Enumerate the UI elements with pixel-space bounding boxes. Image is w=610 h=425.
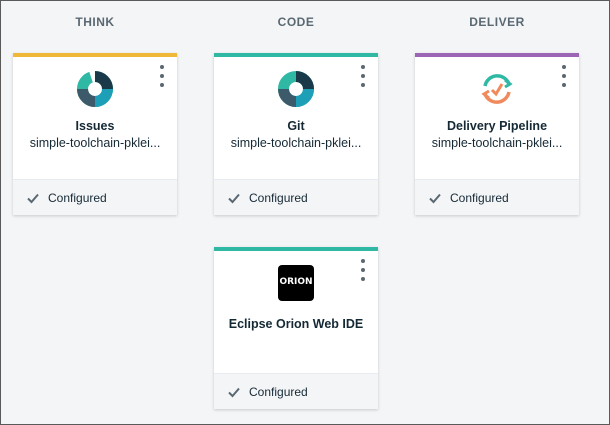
column-header-code: CODE: [277, 15, 315, 29]
card-accent-bar: [214, 247, 378, 251]
column-header-think: THINK: [75, 15, 115, 29]
git-donut-icon: [278, 71, 314, 107]
overflow-menu-icon[interactable]: [358, 259, 368, 281]
card-accent-bar: [13, 53, 177, 57]
status-label: Configured: [450, 190, 509, 205]
status-label: Configured: [249, 384, 308, 399]
status-label: Configured: [48, 190, 107, 205]
status-bar: Configured: [13, 179, 177, 215]
card-subtitle: simple-toolchain-pklei...: [431, 136, 563, 150]
checkmark-icon: [429, 193, 441, 203]
card-accent-bar: [214, 53, 378, 57]
card-accent-bar: [415, 53, 579, 57]
pipeline-cycle-icon: [481, 74, 513, 104]
card-title: Eclipse Orion Web IDE: [228, 317, 364, 331]
card-title: Delivery Pipeline: [446, 119, 548, 133]
card-subtitle: simple-toolchain-pklei...: [230, 136, 362, 150]
tool-card-orion-web-ide[interactable]: ORION Eclipse Orion Web IDE Configured: [214, 247, 378, 409]
orion-logo-text: ORION: [279, 277, 313, 287]
tool-card-delivery-pipeline[interactable]: Delivery Pipeline simple-toolchain-pklei…: [415, 53, 579, 215]
overflow-menu-icon[interactable]: [157, 65, 167, 87]
overflow-menu-icon[interactable]: [559, 65, 569, 87]
checkmark-icon: [228, 193, 240, 203]
issues-donut-icon: [77, 71, 113, 107]
checkmark-icon: [228, 387, 240, 397]
column-header-deliver: DELIVER: [469, 15, 525, 29]
card-title: Issues: [75, 119, 115, 133]
status-bar: Configured: [214, 179, 378, 215]
card-subtitle: simple-toolchain-pklei...: [29, 136, 161, 150]
tool-card-git[interactable]: Git simple-toolchain-pklei... Configured: [214, 53, 378, 215]
status-label: Configured: [249, 190, 308, 205]
status-bar: Configured: [415, 179, 579, 215]
overflow-menu-icon[interactable]: [358, 65, 368, 87]
orion-logo-icon: ORION: [278, 265, 314, 301]
card-title: Git: [287, 119, 305, 133]
tool-card-issues[interactable]: Issues simple-toolchain-pklei... Configu…: [13, 53, 177, 215]
status-bar: Configured: [214, 373, 378, 409]
checkmark-icon: [27, 193, 39, 203]
toolchain-board: THINK CODE DELIVER Issues simple-toolcha…: [0, 0, 610, 425]
